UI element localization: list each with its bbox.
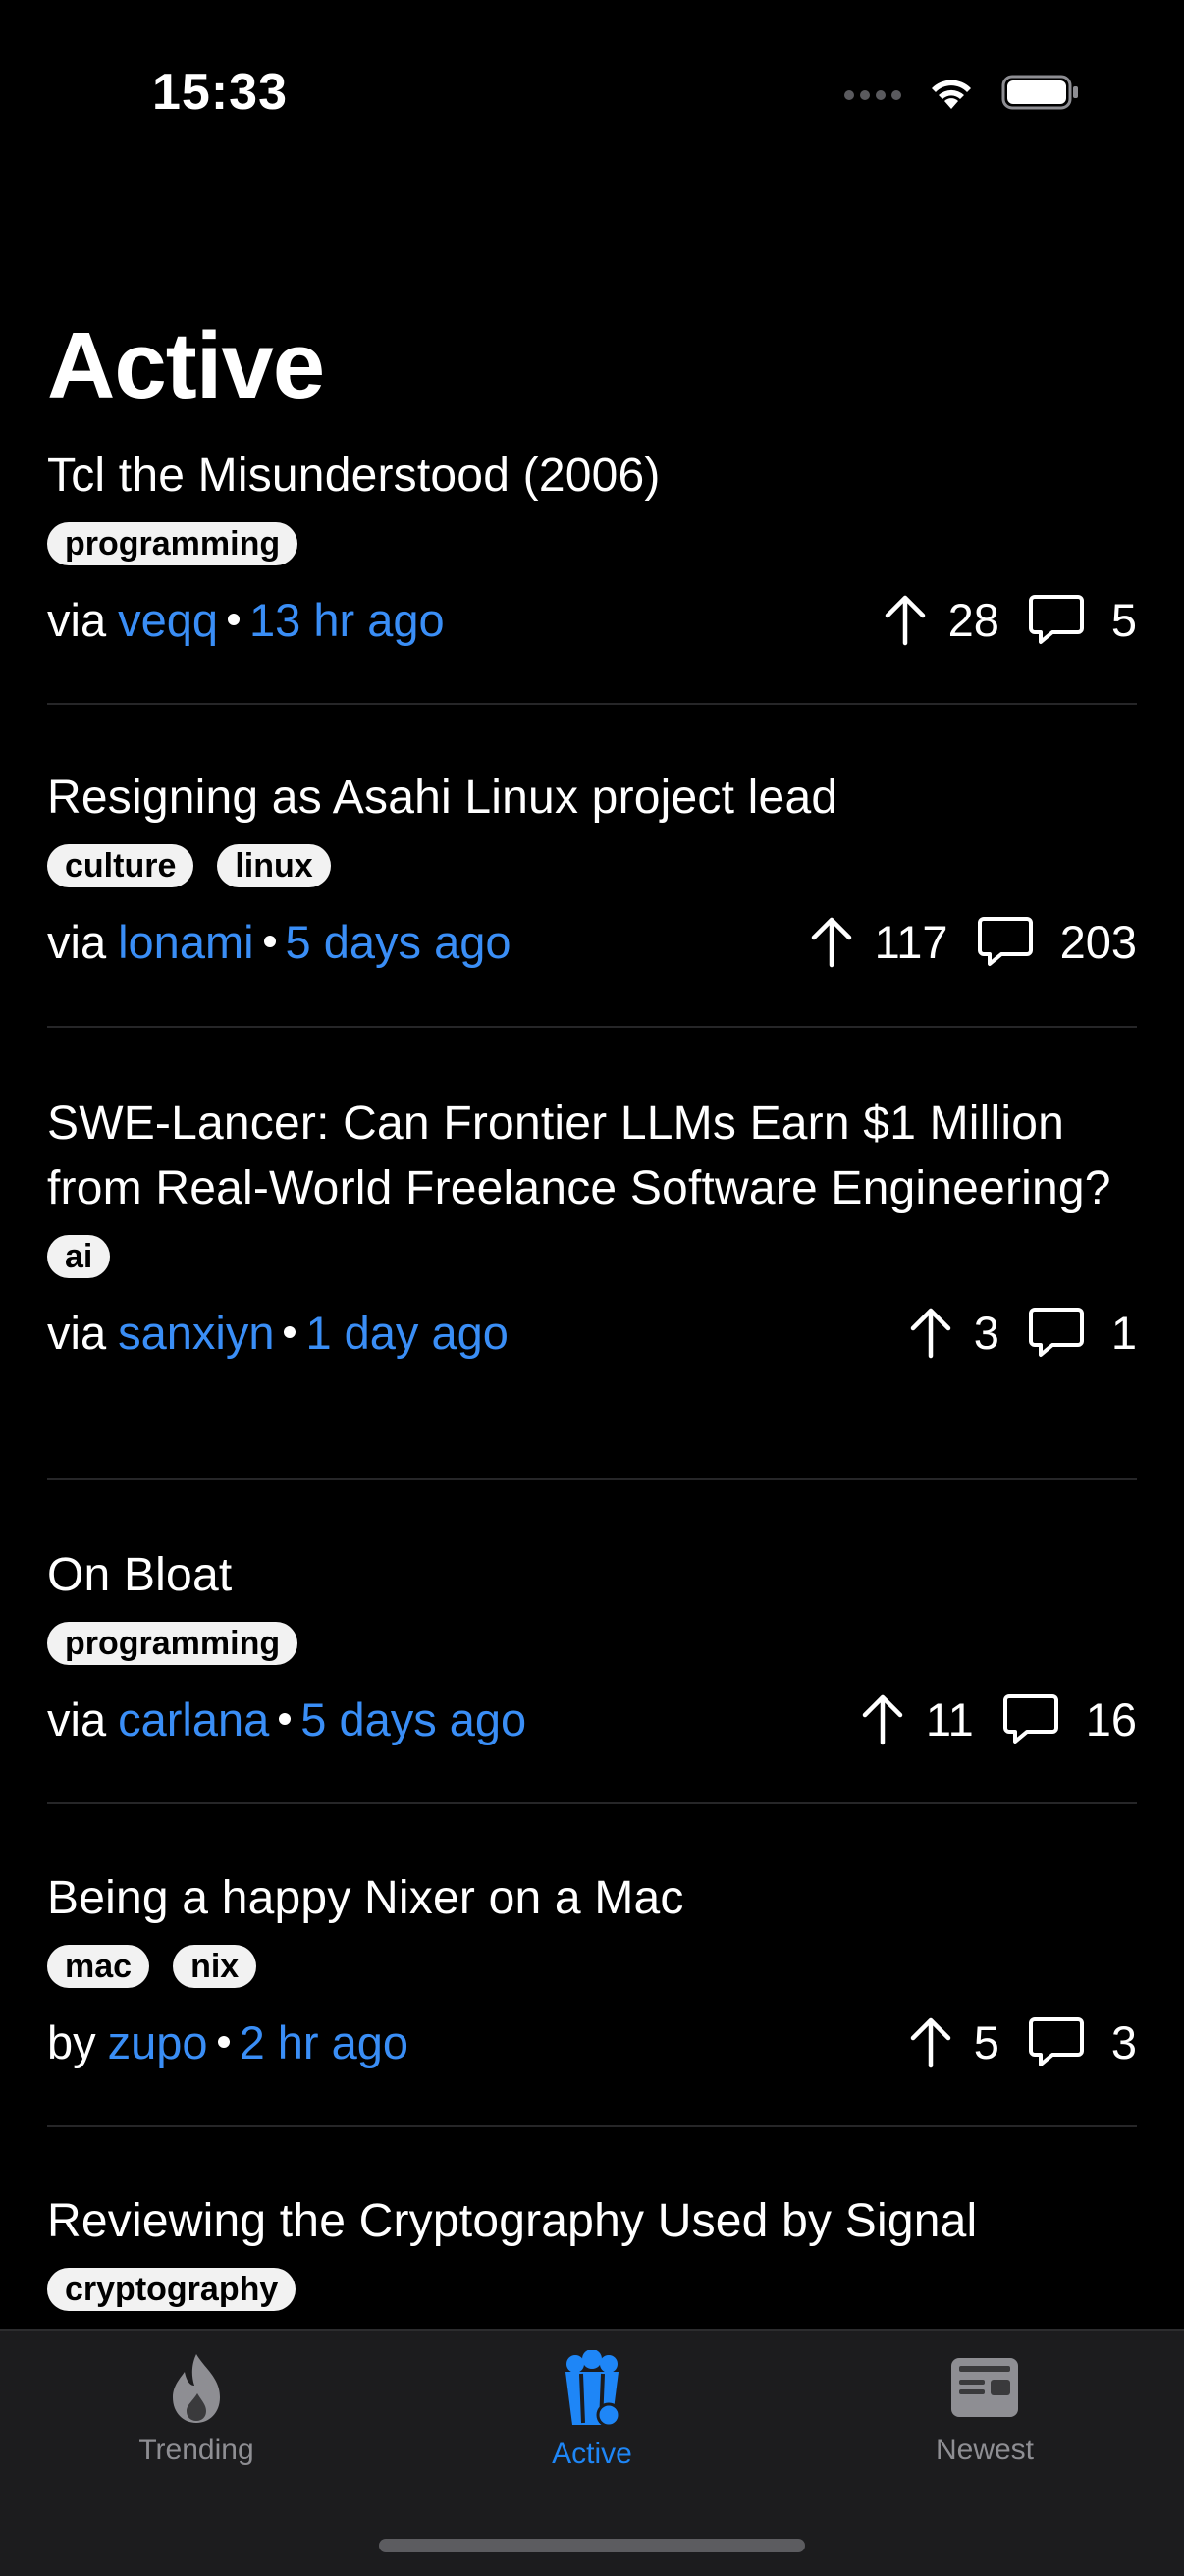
story-time-link[interactable]: 1 day ago <box>305 1306 508 1360</box>
story-tags: ai <box>47 1235 1137 1278</box>
submitter-link[interactable]: lonami <box>118 915 253 969</box>
popcorn-icon <box>558 2349 626 2434</box>
separator-dot <box>284 1326 296 1338</box>
score-count: 11 <box>925 1692 974 1745</box>
submitter-link[interactable]: carlana <box>118 1692 269 1746</box>
submitter-link[interactable]: zupo <box>108 2015 208 2069</box>
tab-label: Newest <box>935 2434 1035 2466</box>
comment-bubble-icon[interactable] <box>1028 593 1084 646</box>
newspaper-icon <box>947 2350 1022 2430</box>
divider <box>47 1026 1137 1028</box>
upvote-arrow-icon[interactable] <box>909 2014 952 2069</box>
divider <box>47 1478 1137 1480</box>
story-item[interactable]: SWE-Lancer: Can Frontier LLMs Earn $1 Mi… <box>47 1092 1137 1367</box>
score-count: 28 <box>947 593 999 646</box>
upvote-arrow-icon[interactable] <box>861 1691 904 1746</box>
story-title[interactable]: Being a happy Nixer on a Mac <box>47 1866 1137 1931</box>
comment-count: 1 <box>1110 1306 1137 1359</box>
tag[interactable]: programming <box>47 1622 298 1665</box>
story-tags: culture linux <box>47 844 1137 887</box>
comment-count: 3 <box>1110 2015 1137 2068</box>
story-title[interactable]: Resigning as Asahi Linux project lead <box>47 766 1137 831</box>
story-item[interactable]: On Bloat programming via carlana 5 days … <box>47 1543 1137 1753</box>
divider <box>47 703 1137 705</box>
story-tags: programming <box>47 1622 1137 1665</box>
comment-count: 203 <box>1059 915 1137 968</box>
story-item[interactable]: Resigning as Asahi Linux project lead cu… <box>47 766 1137 976</box>
tab-label: Active <box>552 2438 632 2470</box>
page-title: Active <box>47 313 325 418</box>
story-meta: by zupo 2 hr ago 5 3 <box>47 2008 1137 2076</box>
tag[interactable]: programming <box>47 522 298 565</box>
tab-newest[interactable]: Newest <box>837 2350 1132 2467</box>
submitter-link[interactable]: sanxiyn <box>118 1306 274 1360</box>
separator-dot <box>263 936 276 947</box>
tag[interactable]: linux <box>217 844 331 887</box>
story-title[interactable]: Reviewing the Cryptography Used by Signa… <box>47 2189 1137 2254</box>
comment-bubble-icon[interactable] <box>977 915 1033 968</box>
story-time-link[interactable]: 5 days ago <box>286 915 511 969</box>
separator-dot <box>279 1713 292 1725</box>
story-title[interactable]: SWE-Lancer: Can Frontier LLMs Earn $1 Mi… <box>47 1092 1137 1221</box>
separator-dot <box>217 2036 230 2048</box>
story-item[interactable]: Tcl the Misunderstood (2006) programming… <box>47 444 1137 654</box>
upvote-arrow-icon[interactable] <box>909 1305 952 1360</box>
story-title[interactable]: On Bloat <box>47 1543 1137 1608</box>
flame-icon <box>165 2350 228 2430</box>
story-list: Active Tcl the Misunderstood (2006) prog… <box>0 0 1184 2329</box>
tab-active[interactable]: Active <box>445 2349 739 2471</box>
comment-bubble-icon[interactable] <box>1028 2015 1084 2068</box>
tag[interactable]: mac <box>47 1945 150 1988</box>
score-count: 3 <box>973 1306 999 1359</box>
submitter-prefix: by <box>47 2015 96 2068</box>
tag[interactable]: ai <box>47 1235 111 1278</box>
tag[interactable]: nix <box>173 1945 257 1988</box>
separator-dot <box>228 614 241 625</box>
story-time-link[interactable]: 2 hr ago <box>240 2015 408 2069</box>
story-meta: via carlana 5 days ago 11 16 <box>47 1685 1137 1753</box>
comment-bubble-icon[interactable] <box>1028 1306 1084 1359</box>
submitter-prefix: via <box>47 1306 107 1359</box>
story-item[interactable]: Being a happy Nixer on a Mac mac nix by … <box>47 1866 1137 2076</box>
home-indicator[interactable] <box>379 2539 805 2552</box>
story-tags: cryptography <box>47 2268 1137 2311</box>
upvote-arrow-icon[interactable] <box>884 592 927 647</box>
tag[interactable]: cryptography <box>47 2268 296 2311</box>
divider <box>47 2125 1137 2127</box>
score-count: 5 <box>973 2015 999 2068</box>
story-title[interactable]: Tcl the Misunderstood (2006) <box>47 444 1137 509</box>
submitter-prefix: via <box>47 1692 107 1745</box>
story-meta: via veqq 13 hr ago 28 5 <box>47 585 1137 654</box>
comment-bubble-icon[interactable] <box>1002 1692 1058 1745</box>
divider <box>47 1802 1137 1804</box>
story-time-link[interactable]: 5 days ago <box>300 1692 526 1746</box>
story-meta: via sanxiyn 1 day ago 3 1 <box>47 1298 1137 1367</box>
submitter-prefix: via <box>47 915 107 968</box>
story-meta: via lonami 5 days ago 117 203 <box>47 907 1137 976</box>
comment-count: 5 <box>1110 593 1137 646</box>
story-tags: programming <box>47 522 1137 565</box>
comment-count: 16 <box>1085 1692 1137 1745</box>
story-tags: mac nix <box>47 1945 1137 1988</box>
story-time-link[interactable]: 13 hr ago <box>249 593 445 647</box>
upvote-arrow-icon[interactable] <box>810 914 853 969</box>
submitter-link[interactable]: veqq <box>118 593 218 647</box>
tab-label: Trending <box>138 2434 254 2466</box>
score-count: 117 <box>874 915 948 968</box>
submitter-prefix: via <box>47 593 107 646</box>
tab-trending[interactable]: Trending <box>49 2350 344 2467</box>
tag[interactable]: culture <box>47 844 194 887</box>
story-item[interactable]: Reviewing the Cryptography Used by Signa… <box>47 2189 1137 2311</box>
